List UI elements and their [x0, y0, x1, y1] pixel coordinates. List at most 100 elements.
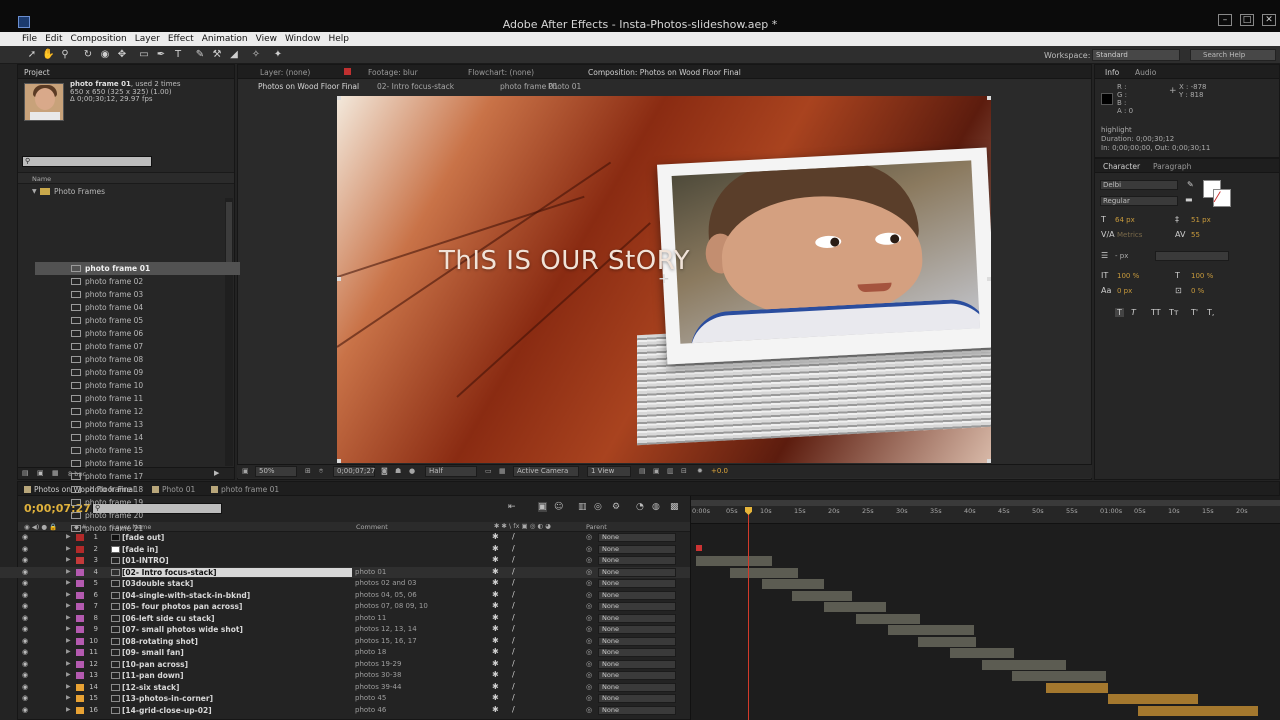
quality-switch-icon[interactable]: / — [512, 705, 515, 714]
layer-duration-bar[interactable] — [888, 625, 974, 635]
expand-triangle-icon[interactable]: ▶ — [66, 568, 71, 575]
layer-label-color[interactable] — [76, 568, 84, 576]
layer-comment[interactable]: photos 15, 16, 17 — [355, 637, 417, 645]
layer-duration-bar[interactable] — [1012, 671, 1106, 681]
layer-duration-bar[interactable] — [696, 556, 772, 566]
project-item[interactable]: photo frame 09 — [35, 366, 240, 379]
vertical-scale-value[interactable]: 100 % — [1117, 272, 1139, 280]
layer-duration-bar[interactable] — [762, 579, 824, 589]
breadcrumb-item[interactable]: Photo 01 — [548, 82, 581, 91]
breadcrumb-item[interactable]: Photos on Wood Floor Final — [258, 82, 359, 91]
expand-triangle-icon[interactable]: ▶ — [66, 545, 71, 552]
shy-switch-icon[interactable]: ✱ — [492, 613, 499, 622]
timeline-icon[interactable]: ▥ — [667, 467, 674, 475]
brush-tool-icon[interactable]: ✎ — [194, 49, 206, 61]
expand-triangle-icon[interactable]: ▶ — [66, 683, 71, 690]
visibility-eye-icon[interactable]: ◉ — [22, 706, 28, 714]
visibility-eye-icon[interactable]: ◉ — [22, 614, 28, 622]
shy-switch-icon[interactable]: ✱ — [492, 693, 499, 702]
parent-select[interactable]: None — [598, 590, 676, 600]
expand-triangle-icon[interactable]: ▶ — [66, 637, 71, 644]
layer-label-color[interactable] — [76, 695, 84, 702]
layer-label-color[interactable] — [76, 591, 84, 599]
overlay-title-text[interactable]: ThIS IS OUR StORY — [439, 246, 690, 276]
tab-character[interactable]: Character — [1103, 162, 1140, 171]
pick-whip-icon[interactable]: ◎ — [586, 556, 592, 564]
font-style-select[interactable]: Regular — [1100, 196, 1178, 206]
hide-shy-layers-icon[interactable]: ☺ — [554, 502, 563, 512]
layer-comment[interactable]: photo 11 — [355, 614, 386, 622]
roto-brush-tool-icon[interactable]: ✧ — [250, 49, 262, 61]
quality-switch-icon[interactable]: / — [512, 601, 515, 610]
timeline-layer-row[interactable]: ◉ ▶ 9 [07- small photos wide shot] photos 12… — [0, 624, 690, 636]
layer-name[interactable]: [fade in] — [122, 545, 158, 554]
project-item[interactable]: photo frame 18 — [35, 483, 240, 496]
tab-audio[interactable]: Audio — [1135, 68, 1156, 77]
layer-comment[interactable]: photos 19-29 — [355, 660, 401, 668]
parent-select[interactable]: None — [598, 659, 676, 669]
project-search-input[interactable]: ⚲ — [22, 156, 152, 167]
eyedropper-icon[interactable]: ✎ — [1187, 180, 1194, 189]
shy-switch-icon[interactable]: ✱ — [492, 659, 499, 668]
parent-select[interactable]: None — [598, 671, 676, 680]
layer-comment[interactable]: photo 01 — [355, 568, 386, 576]
layer-duration-bar[interactable] — [1138, 705, 1258, 716]
layer-label-color[interactable] — [76, 683, 84, 691]
chevron-down-icon[interactable]: ▼ — [32, 185, 37, 198]
menu-window[interactable]: Window — [283, 32, 327, 46]
faux-italic-button[interactable]: T — [1131, 308, 1136, 317]
shy-switch-icon[interactable]: ✱ — [492, 670, 499, 679]
project-item[interactable]: photo frame 15 — [35, 444, 240, 457]
quality-switch-icon[interactable]: / — [512, 555, 515, 564]
expand-triangle-icon[interactable]: ▶ — [66, 660, 71, 667]
tab-project[interactable]: Project — [24, 68, 50, 77]
visibility-eye-icon[interactable]: ◉ — [22, 568, 28, 576]
stroke-width-value[interactable]: - px — [1115, 252, 1128, 260]
visibility-eye-icon[interactable]: ◉ — [22, 660, 28, 668]
layer-name[interactable]: [06-left side cu stack] — [122, 614, 215, 623]
quality-switch-icon[interactable]: / — [512, 532, 515, 541]
fast-previews-icon[interactable]: ▣ — [653, 467, 660, 475]
layer-comment[interactable]: photos 30-38 — [355, 671, 401, 679]
safe-zones-icon[interactable]: ⊞ — [305, 467, 311, 475]
quality-switch-icon[interactable]: / — [512, 544, 515, 553]
project-item[interactable]: photo frame 01 — [35, 262, 240, 275]
region-of-interest-icon[interactable]: ▭ — [485, 467, 492, 475]
layer-duration-bar[interactable] — [856, 613, 920, 624]
timeline-layer-row[interactable]: ◉ ▶ 6 [04-single-with-stack-in-bknd] photos … — [0, 590, 690, 602]
layer-label-color[interactable] — [76, 545, 84, 553]
timeline-layer-row[interactable]: ◉ ▶ 5 [03double stack] photos 02 and 03 ✱ / ◎ No… — [0, 578, 690, 590]
project-item[interactable]: photo frame 21 — [35, 522, 240, 535]
expand-triangle-icon[interactable]: ▶ — [66, 694, 71, 701]
workspace-select[interactable]: Standard — [1092, 49, 1180, 61]
tracking-value[interactable]: 55 — [1191, 231, 1200, 239]
project-item[interactable]: photo frame 19 — [35, 496, 240, 509]
leading-value[interactable]: 51 px — [1191, 216, 1211, 224]
menu-file[interactable]: File — [20, 32, 43, 46]
type-tool-icon[interactable]: T — [172, 49, 184, 61]
shy-switch-icon[interactable]: ✱ — [492, 544, 499, 553]
pick-whip-icon[interactable]: ◎ — [586, 568, 592, 576]
layer-duration-bar[interactable] — [1046, 682, 1108, 693]
shy-switch-icon[interactable]: ✱ — [492, 636, 499, 645]
tab-paragraph[interactable]: Paragraph — [1153, 162, 1191, 171]
timeline-layer-row[interactable]: ◉ ▶ 2 [fade in] ✱ / ◎ None — [0, 544, 690, 556]
menu-composition[interactable]: Composition — [69, 32, 133, 46]
project-item[interactable]: photo frame 20 — [35, 509, 240, 522]
font-size-value[interactable]: 64 px — [1115, 216, 1135, 224]
visibility-eye-icon[interactable]: ◉ — [22, 694, 28, 702]
layer-name[interactable]: [11-pan down] — [122, 671, 184, 680]
layer-comment[interactable]: photos 12, 13, 14 — [355, 625, 417, 633]
layer-duration-bar[interactable] — [982, 659, 1066, 670]
timeline-layer-row[interactable]: ◉ ▶ 15 [13-photos-in-corner] photo 45 ✱ / ◎ None — [0, 693, 690, 705]
snapshot-icon[interactable]: ◙ — [381, 467, 388, 475]
toggle-pixel-aspect-icon[interactable]: ▤ — [639, 467, 646, 475]
always-preview-icon[interactable]: ▣ — [242, 467, 249, 475]
quality-switch-icon[interactable]: / — [512, 613, 515, 622]
faux-bold-button[interactable]: T — [1115, 308, 1124, 317]
visibility-eye-icon[interactable]: ◉ — [22, 625, 28, 633]
column-comment[interactable]: Comment — [356, 523, 388, 531]
close-button[interactable]: ✕ — [1262, 14, 1276, 26]
shy-switch-icon[interactable]: ✱ — [492, 578, 499, 587]
project-item[interactable]: photo frame 16 — [35, 457, 240, 470]
